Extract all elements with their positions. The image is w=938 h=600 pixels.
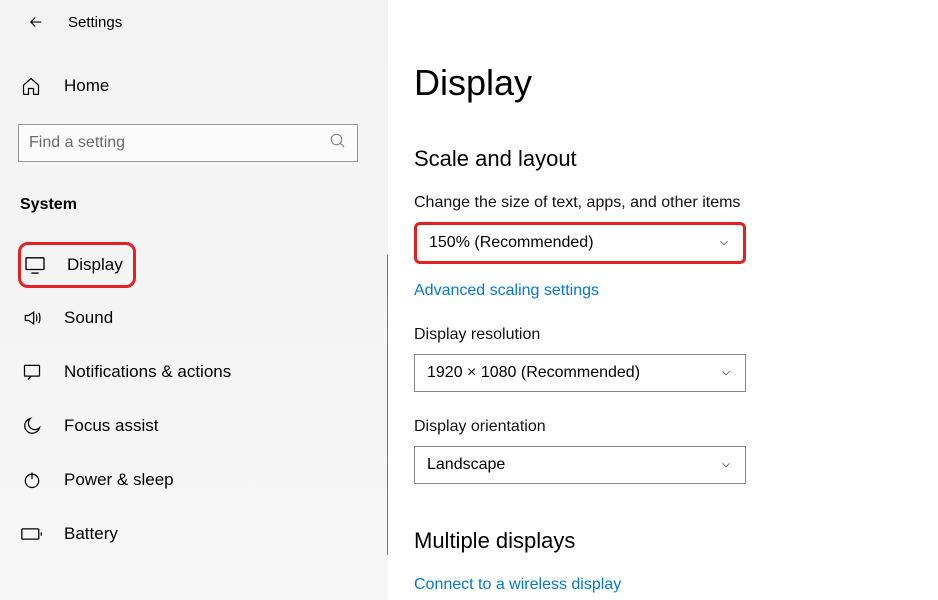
sidebar-item-power-sleep[interactable]: Power & sleep [18,456,370,504]
sidebar-item-label: Power & sleep [64,470,174,490]
search-icon [329,132,347,155]
sidebar-item-display[interactable]: Display [18,242,136,288]
sidebar-item-label: Focus assist [64,416,158,436]
sidebar-item-focus-assist[interactable]: Focus assist [18,402,370,450]
speaker-icon [20,308,44,328]
arrow-left-icon [27,13,45,31]
sidebar-item-label: Notifications & actions [64,362,231,382]
battery-icon [20,527,44,541]
orientation-dropdown[interactable]: Landscape [414,446,746,484]
orientation-field-label: Display orientation [414,418,908,436]
sidebar-section-system: System [18,190,370,220]
sidebar-item-label: Battery [64,524,118,544]
search-input[interactable] [29,134,329,152]
back-button[interactable] [26,12,46,32]
sidebar-nav-list: Display Sound Notifications & actions [18,242,370,558]
resolution-field-label: Display resolution [414,326,908,344]
chevron-down-icon [717,236,731,250]
sidebar-item-sound[interactable]: Sound [18,294,370,342]
monitor-icon [23,256,47,274]
scale-dropdown[interactable]: 150% (Recommended) [414,222,746,264]
scale-field-label: Change the size of text, apps, and other… [414,194,908,212]
orientation-dropdown-value: Landscape [427,456,505,474]
sidebar-home[interactable]: Home [18,66,370,106]
section-multiple-displays: Multiple displays [414,528,908,554]
section-scale-layout: Scale and layout [414,146,908,172]
main-content: Display Scale and layout Change the size… [388,0,938,600]
chevron-down-icon [719,458,733,472]
sidebar-item-notifications[interactable]: Notifications & actions [18,348,370,396]
app-title: Settings [68,14,122,31]
sidebar-item-battery[interactable]: Battery [18,510,370,558]
sidebar: Settings Home System Displa [0,0,388,600]
resolution-dropdown-value: 1920 × 1080 (Recommended) [427,364,640,382]
titlebar: Settings [18,12,370,32]
moon-icon [20,416,44,436]
power-icon [20,470,44,490]
wireless-display-link[interactable]: Connect to a wireless display [414,576,621,594]
chevron-down-icon [719,366,733,380]
message-icon [20,362,44,382]
sidebar-divider [387,255,388,555]
sidebar-item-label: Sound [64,308,113,328]
page-title: Display [414,62,908,104]
search-box[interactable] [18,124,358,162]
scale-dropdown-value: 150% (Recommended) [429,234,594,252]
sidebar-item-label: Display [67,255,123,275]
advanced-scaling-link[interactable]: Advanced scaling settings [414,282,599,300]
home-icon [20,76,42,96]
home-label: Home [64,76,109,96]
resolution-dropdown[interactable]: 1920 × 1080 (Recommended) [414,354,746,392]
